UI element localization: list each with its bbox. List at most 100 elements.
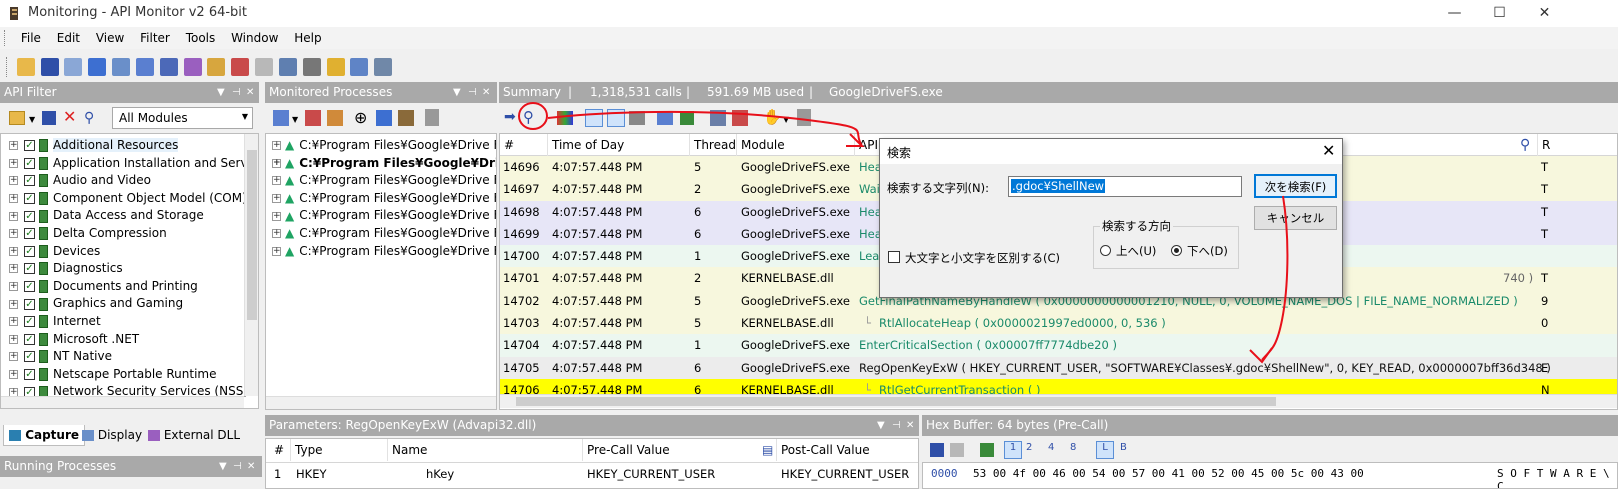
binoculars-icon[interactable]: ⚲: [84, 110, 94, 126]
scrollbar-thumb[interactable]: [247, 150, 257, 320]
modules-select[interactable]: All Modules ▼: [112, 107, 253, 129]
pin-icon[interactable]: ⊣: [468, 82, 477, 103]
chevron-down-icon[interactable]: ▼: [292, 115, 298, 124]
cancel-button[interactable]: キャンセル: [1254, 206, 1337, 230]
menu-tools[interactable]: Tools: [180, 27, 222, 49]
column-number[interactable]: #: [500, 134, 514, 156]
network-icon[interactable]: [112, 58, 131, 76]
process-item[interactable]: + ▲ C:¥Program Files¥Google¥Drive File: [266, 207, 496, 225]
chevron-down-icon[interactable]: ▼: [29, 115, 35, 124]
record-icon[interactable]: [327, 110, 343, 126]
tree-item[interactable]: + ✓ Component Object Model (COM): [1, 190, 258, 208]
checkbox[interactable]: ✓: [24, 369, 35, 381]
tree-item[interactable]: + ✓ Documents and Printing: [1, 278, 258, 296]
param-col-name[interactable]: Name: [387, 439, 427, 461]
expand-icon[interactable]: +: [9, 229, 18, 239]
table-row[interactable]: 1 HKEY hKey HKEY_CURRENT_USER HKEY_CURRE…: [266, 463, 918, 485]
pane-dropdown-icon[interactable]: ▼: [219, 456, 227, 477]
expand-icon[interactable]: +: [272, 194, 281, 204]
menu-edit[interactable]: Edit: [51, 27, 86, 49]
checkbox[interactable]: ✓: [24, 140, 35, 152]
pane-close-icon[interactable]: ✕: [482, 82, 490, 103]
menu-file[interactable]: File: [15, 27, 47, 49]
process-item[interactable]: + ▲ C:¥Program Files¥Google¥Drive File: [266, 190, 496, 208]
save-icon[interactable]: [930, 443, 944, 457]
find-next-button[interactable]: 次を検索(F): [1254, 174, 1337, 198]
window-icon[interactable]: [135, 58, 154, 76]
checkbox[interactable]: ✓: [24, 157, 35, 169]
tree-item[interactable]: + ✓ NT Native: [1, 348, 258, 366]
tab-display[interactable]: Display: [77, 425, 147, 446]
find-input[interactable]: .gdoc¥ShellNew: [1008, 176, 1242, 197]
expand-icon[interactable]: +: [272, 246, 281, 256]
copy-icon[interactable]: [64, 58, 83, 76]
expand-icon[interactable]: +: [9, 282, 18, 292]
expand-icon[interactable]: +: [9, 211, 18, 221]
process-item[interactable]: + ▲ C:¥Program Files¥Google¥Drive File: [266, 225, 496, 243]
byte-2-icon[interactable]: 2: [1026, 442, 1032, 453]
checkbox[interactable]: ✓: [24, 316, 35, 328]
pin-icon[interactable]: ⊣: [232, 82, 241, 103]
menu-view[interactable]: View: [90, 27, 130, 49]
column-thread[interactable]: Thread: [689, 134, 736, 156]
chevron-down-icon[interactable]: ▼: [783, 115, 789, 124]
expand-icon[interactable]: +: [9, 158, 18, 168]
hand-icon[interactable]: ✋: [763, 108, 782, 126]
down-arrow-icon[interactable]: [680, 111, 694, 125]
dialog-close-icon[interactable]: ✕: [1322, 141, 1335, 160]
byte-1-icon[interactable]: 1: [1004, 441, 1022, 459]
tree-item[interactable]: + ✓ Diagnostics: [1, 260, 258, 278]
save-icon[interactable]: [42, 111, 56, 125]
direction-down-radio[interactable]: [1171, 245, 1182, 256]
process-item[interactable]: + ▲ C:¥Program Files¥Google¥Drive File: [266, 137, 496, 155]
layout-icon[interactable]: [159, 58, 178, 76]
expand-icon[interactable]: +: [9, 317, 18, 327]
checkbox[interactable]: ✓: [24, 351, 35, 363]
hex-bytes[interactable]: 53 00 4f 00 46 00 54 00 57 00 41 00 52 0…: [973, 467, 1364, 480]
search-icon[interactable]: ⚲: [1516, 134, 1530, 156]
checkbox[interactable]: ✓: [24, 298, 35, 310]
export-icon[interactable]: [398, 110, 414, 126]
shield-icon[interactable]: [326, 58, 345, 76]
expand-icon[interactable]: +: [9, 141, 18, 151]
checkbox[interactable]: ✓: [24, 263, 35, 275]
save-icon[interactable]: [40, 58, 59, 76]
stop-icon[interactable]: [305, 110, 321, 126]
trash-icon[interactable]: [797, 109, 811, 126]
pane-close-icon[interactable]: ✕: [906, 415, 914, 436]
tree-view-icon[interactable]: [585, 109, 603, 127]
display-icon[interactable]: [278, 58, 297, 76]
pin-icon[interactable]: ⊣: [892, 415, 901, 436]
param-col-post[interactable]: Post-Call Value: [776, 439, 870, 461]
tree-item[interactable]: + ✓ Delta Compression: [1, 225, 258, 243]
param-col-type[interactable]: Type: [290, 439, 323, 461]
colors-icon[interactable]: [557, 111, 573, 125]
pane-dropdown-icon[interactable]: ▼: [217, 82, 225, 103]
expand-icon[interactable]: +: [9, 334, 18, 344]
braces-icon[interactable]: [88, 58, 107, 76]
filter-view-icon[interactable]: [607, 109, 625, 127]
checkbox[interactable]: ✓: [24, 175, 35, 187]
process-item[interactable]: + ▲ C:¥Program Files¥Google¥Drive F: [266, 155, 496, 173]
tree-item[interactable]: + ✓ Internet: [1, 313, 258, 331]
close-button[interactable]: ✕: [1522, 0, 1567, 27]
column-time[interactable]: Time of Day: [547, 134, 624, 156]
case-sensitive-checkbox[interactable]: [888, 251, 900, 263]
clear-api-icon[interactable]: [732, 110, 748, 126]
checkbox[interactable]: ✓: [24, 193, 35, 205]
api-icon[interactable]: [710, 110, 726, 126]
menu-filter[interactable]: Filter: [134, 27, 176, 49]
expand-icon[interactable]: +: [272, 176, 281, 186]
pin-icon[interactable]: ⊣: [233, 456, 242, 477]
horizontal-scrollbar[interactable]: [1, 396, 244, 408]
tree-item[interactable]: + ✓ Data Access and Storage: [1, 207, 258, 225]
process-item[interactable]: + ▲ C:¥Program Files¥Google¥Drive File: [266, 243, 496, 261]
expand-icon[interactable]: +: [9, 352, 18, 362]
column-return[interactable]: R: [1537, 134, 1550, 156]
checkbox[interactable]: ✓: [24, 228, 35, 240]
horizontal-scrollbar[interactable]: [500, 394, 1617, 408]
column-module[interactable]: Module: [736, 134, 785, 156]
table-row[interactable]: 14704 4:07:57.448 PM 1 GoogleDriveFS.exe Ent…: [500, 334, 1617, 357]
attach-icon[interactable]: [376, 110, 392, 126]
help-icon[interactable]: [374, 58, 393, 76]
